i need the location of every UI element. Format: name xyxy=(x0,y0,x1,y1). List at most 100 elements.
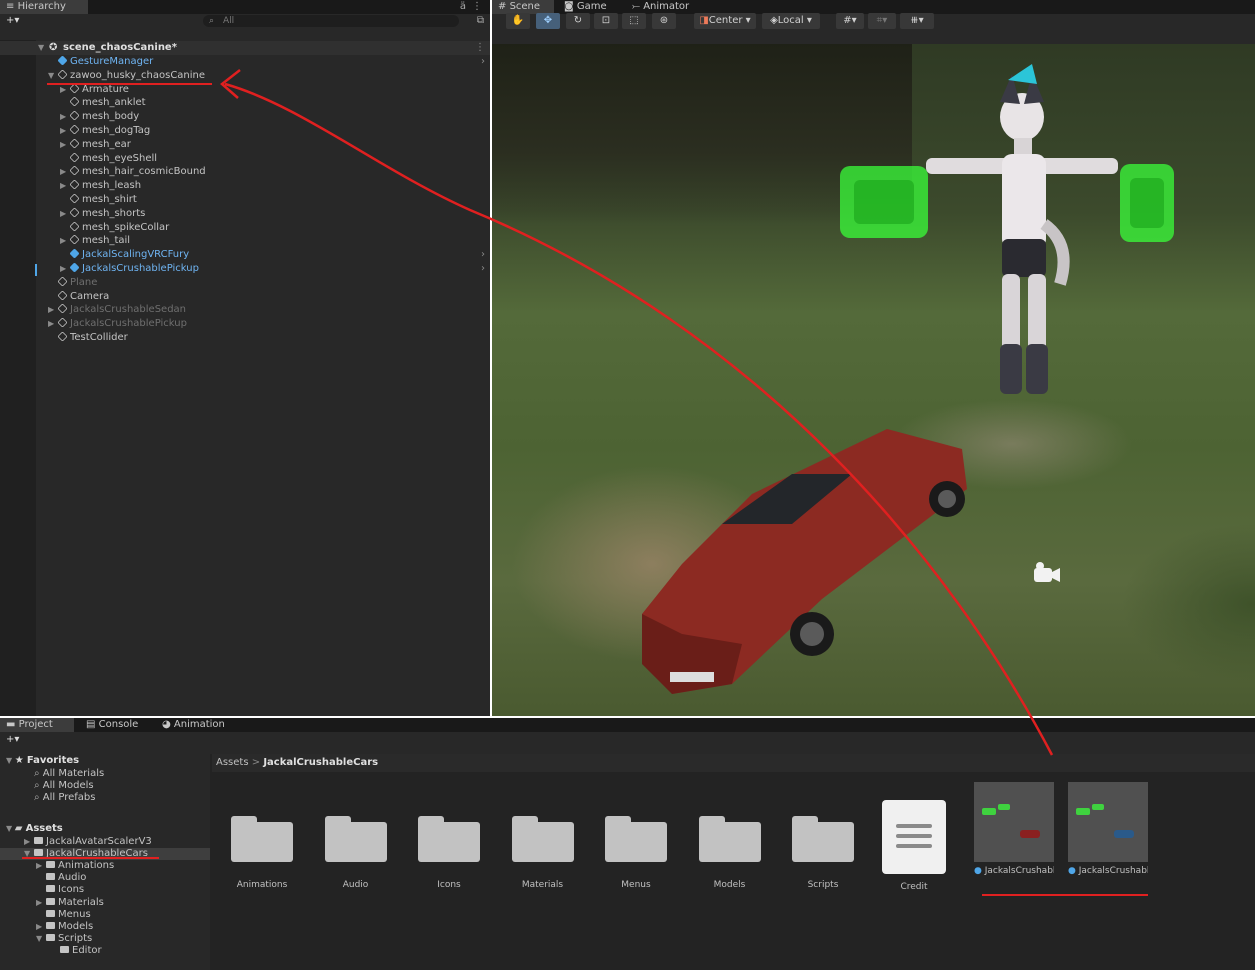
folder-tree-item[interactable]: Editor xyxy=(0,945,210,957)
grid-snap-icon[interactable]: #▾ xyxy=(836,13,864,29)
rotate-icon[interactable]: ↻ xyxy=(566,13,590,29)
menu-dots-icon[interactable]: ⋮ xyxy=(475,41,485,55)
folder-tree-item[interactable]: Menus xyxy=(0,909,210,921)
breadcrumb-current[interactable]: JackalCrushableCars xyxy=(263,757,378,768)
align-tools-icon[interactable]: ⧻▾ xyxy=(900,13,934,29)
fold-arrow-icon[interactable]: ▶ xyxy=(48,303,58,317)
husky-avatar[interactable] xyxy=(926,64,1118,394)
favorite-item[interactable]: ⌕ All Materials xyxy=(0,768,210,780)
folder-tree-item[interactable]: ▶ Animations xyxy=(0,860,210,872)
hierarchy-item[interactable]: ▼ zawoo_husky_chaosCanine xyxy=(0,69,490,83)
folder-tree-item[interactable]: Icons xyxy=(0,884,210,896)
asset-folder[interactable]: Audio xyxy=(316,800,396,890)
fold-arrow-icon[interactable]: ▼ xyxy=(38,41,44,55)
hierarchy-item[interactable]: GestureManager › xyxy=(0,55,490,69)
hierarchy-item[interactable]: mesh_spikeCollar xyxy=(0,221,490,235)
add-button[interactable]: +▾ xyxy=(6,734,19,745)
asset-prefab[interactable]: ● JackalsCrushable... xyxy=(974,782,1054,876)
chevron-right-icon[interactable]: › xyxy=(481,55,485,69)
fold-arrow-icon[interactable]: ▶ xyxy=(36,921,46,933)
asset-folder[interactable]: Scripts xyxy=(783,800,863,890)
assets-header[interactable]: ▼ ▰ Assets xyxy=(0,823,210,835)
asset-folder[interactable]: Icons xyxy=(409,800,489,890)
folder-tree-item[interactable]: Audio xyxy=(0,872,210,884)
search-input[interactable]: ⌕ All xyxy=(203,15,459,27)
fold-arrow-icon[interactable]: ▶ xyxy=(60,165,70,179)
fold-arrow-icon[interactable]: ▶ xyxy=(60,110,70,124)
fold-arrow-icon[interactable]: ▶ xyxy=(60,138,70,152)
fold-arrow-icon[interactable]: ▼ xyxy=(6,824,15,833)
increment-snap-icon[interactable]: ⌗▾ xyxy=(868,13,896,29)
asset-folder[interactable]: Menus xyxy=(596,800,676,890)
hierarchy-item[interactable]: ▶ JackalsCrushableSedan xyxy=(0,303,490,317)
fold-arrow-icon[interactable]: ▶ xyxy=(60,234,70,248)
favorite-label: All Prefabs xyxy=(42,792,96,803)
asset-prefab[interactable]: ● JackalsCrushable... xyxy=(1068,782,1148,876)
red-pickup-truck[interactable] xyxy=(642,429,967,694)
fold-arrow-icon[interactable]: ▶ xyxy=(60,262,70,276)
asset-credit[interactable]: Credit xyxy=(874,800,954,892)
fold-arrow-icon[interactable]: ▶ xyxy=(60,207,70,221)
fold-arrow-icon[interactable]: ▶ xyxy=(60,179,70,193)
fold-arrow-icon[interactable]: ▶ xyxy=(36,897,46,909)
tab-project[interactable]: ▬ Project xyxy=(0,718,74,732)
favorite-item[interactable]: ⌕ All Models xyxy=(0,780,210,792)
green-sedan-left[interactable] xyxy=(840,166,928,238)
hierarchy-item[interactable]: JackalScalingVRCFury › xyxy=(0,248,490,262)
hierarchy-item[interactable]: mesh_eyeShell xyxy=(0,152,490,166)
hierarchy-item[interactable]: TestCollider xyxy=(0,331,490,345)
scale-icon[interactable]: ⊡ xyxy=(594,13,618,29)
fold-arrow-icon[interactable]: ▶ xyxy=(48,317,58,331)
tab-game[interactable]: ◙ Game xyxy=(558,0,624,14)
asset-folder[interactable]: Models xyxy=(690,800,770,890)
camera-gizmo-icon[interactable] xyxy=(1034,562,1060,582)
chevron-right-icon[interactable]: › xyxy=(481,262,485,276)
hierarchy-item[interactable]: ▶ mesh_hair_cosmicBound xyxy=(0,165,490,179)
chevron-right-icon[interactable]: › xyxy=(481,248,485,262)
tab-animator[interactable]: ⤚ Animator xyxy=(626,0,706,14)
hierarchy-item[interactable]: ▶ JackalsCrushablePickup xyxy=(0,317,490,331)
folder-tree-item[interactable]: ▶ Materials xyxy=(0,897,210,909)
folder-tree-item[interactable]: ▶ Models xyxy=(0,921,210,933)
rect-icon[interactable]: ⬚ xyxy=(622,13,646,29)
lock-icon[interactable]: ä xyxy=(460,0,466,14)
asset-folder[interactable]: Materials xyxy=(503,800,583,890)
hierarchy-item[interactable]: ▶ mesh_ear xyxy=(0,138,490,152)
hierarchy-item[interactable]: mesh_shirt xyxy=(0,193,490,207)
hand-icon[interactable]: ✋ xyxy=(506,13,530,29)
tab-animation[interactable]: ◕ Animation xyxy=(156,718,242,732)
move-icon[interactable]: ✥ xyxy=(536,13,560,29)
transform-icon[interactable]: ⊛ xyxy=(652,13,676,29)
fold-arrow-icon[interactable]: ▼ xyxy=(6,756,15,765)
tab-console[interactable]: ▤ Console xyxy=(80,718,154,732)
hierarchy-item[interactable]: ▶ mesh_body xyxy=(0,110,490,124)
favorite-item[interactable]: ⌕ All Prefabs xyxy=(0,792,210,804)
hierarchy-item[interactable]: ▶ mesh_leash xyxy=(0,179,490,193)
hierarchy-item[interactable]: ▶ mesh_shorts xyxy=(0,207,490,221)
fold-arrow-icon[interactable]: ▼ xyxy=(48,69,58,83)
folder-tree-item[interactable]: ▼ Scripts xyxy=(0,933,210,945)
hierarchy-item[interactable]: Plane xyxy=(0,276,490,290)
scene-visibility-icon[interactable]: ⧉ xyxy=(477,14,484,28)
breadcrumb-root[interactable]: Assets xyxy=(216,757,249,768)
hierarchy-item[interactable]: mesh_anklet xyxy=(0,96,490,110)
hierarchy-item[interactable]: ▶ JackalsCrushablePickup › xyxy=(0,262,490,276)
add-button[interactable]: +▾ xyxy=(6,14,19,28)
fold-arrow-icon[interactable]: ▶ xyxy=(60,124,70,138)
hierarchy-item[interactable]: Camera xyxy=(0,290,490,304)
tab-hierarchy[interactable]: ≡ Hierarchy xyxy=(0,0,88,14)
hierarchy-item[interactable]: ▶ mesh_dogTag xyxy=(0,124,490,138)
scene-header-row[interactable]: ▼ ✪ scene_chaosCanine* ⋮ xyxy=(0,41,490,55)
green-sedan-right[interactable] xyxy=(1120,164,1174,242)
space-local-dropdown[interactable]: ◈Local ▾ xyxy=(762,13,820,29)
fold-arrow-icon[interactable]: ▶ xyxy=(36,860,46,872)
fold-arrow-icon[interactable]: ▶ xyxy=(24,836,34,848)
favorites-header[interactable]: ▼ ★ Favorites xyxy=(0,755,210,767)
menu-dots-icon[interactable]: ⋮ xyxy=(472,0,482,14)
hierarchy-item[interactable]: ▶ mesh_tail xyxy=(0,234,490,248)
pivot-center-dropdown[interactable]: ◨Center ▾ xyxy=(694,13,756,29)
tab-scene[interactable]: # Scene xyxy=(492,0,554,14)
folder-tree-item[interactable]: ▶ JackalAvatarScalerV3 xyxy=(0,836,210,848)
fold-arrow-icon[interactable]: ▼ xyxy=(36,933,46,945)
asset-folder[interactable]: Animations xyxy=(222,800,302,890)
